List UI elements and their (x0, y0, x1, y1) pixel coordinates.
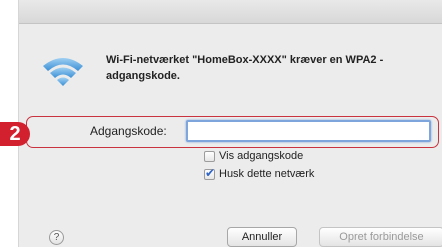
help-button[interactable]: ? (49, 230, 64, 245)
cancel-button[interactable]: Annuller (227, 227, 297, 247)
title-bar (19, 0, 442, 24)
show-password-option[interactable]: Vis adgangskode (204, 150, 303, 162)
remember-network-checkbox[interactable] (204, 166, 215, 180)
remember-network-option[interactable]: Husk dette netværk (204, 166, 315, 180)
wifi-icon (43, 58, 83, 86)
password-label: Adgangskode: (90, 124, 167, 138)
step-badge: 2 (0, 122, 30, 146)
show-password-label: Vis adgangskode (219, 150, 304, 162)
connect-button[interactable]: Opret forbindelse (319, 227, 442, 247)
dialog-message: Wi-Fi-netværket "HomeBox-XXXX" kræver en… (106, 54, 384, 82)
show-password-checkbox[interactable] (204, 150, 215, 162)
password-input[interactable] (186, 120, 431, 142)
remember-network-label: Husk dette netværk (219, 168, 315, 180)
